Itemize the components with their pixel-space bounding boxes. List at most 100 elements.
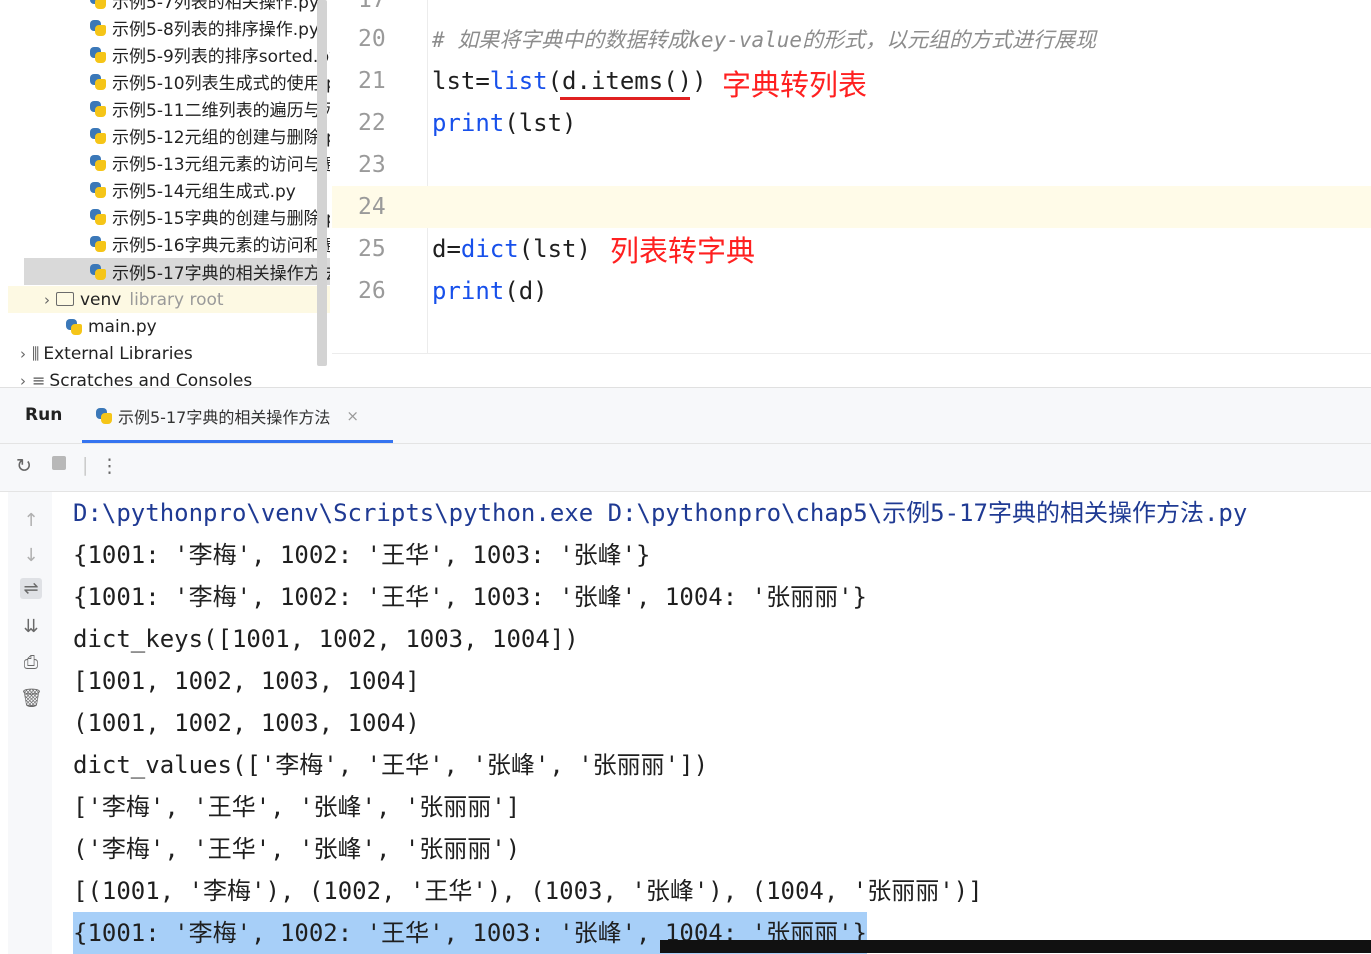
tree-item-venv[interactable]: › venv library root (8, 286, 330, 313)
tree-item-file[interactable]: 示例5-9列表的排序sorted.py (0, 41, 330, 68)
tree-item-label: 示例5-14元组生成式.py (112, 182, 296, 202)
tree-item-file[interactable]: 示例5-14元组生成式.py (0, 176, 330, 203)
overlay-edge (660, 940, 1371, 953)
console-line: [(1001, '李梅'), (1002, '王华'), (1003, '张峰'… (73, 877, 983, 905)
console-line: [1001, 1002, 1003, 1004] (73, 667, 420, 695)
line-number: 23 (358, 152, 386, 178)
tree-item-label: 示例5-12元组的创建与删除.py (112, 128, 330, 148)
code-line[interactable]: 23 (332, 144, 1371, 186)
tree-item-file[interactable]: 示例5-16字典元素的访问和遍历 (0, 230, 330, 257)
soft-wrap-icon[interactable]: ⇌ (20, 578, 42, 599)
tree-item-label: 示例5-13元组元素的访问与遍历 (112, 155, 330, 175)
code-function: print (432, 109, 505, 137)
console-line: D:\pythonpro\venv\Scripts\python.exe D:\… (73, 499, 1248, 527)
python-file-icon (90, 263, 106, 280)
tree-item-main[interactable]: main.py (0, 313, 330, 340)
python-file-icon (90, 181, 106, 198)
tree-item-label: 示例5-16字典元素的访问和遍历 (112, 236, 330, 256)
tree-item-file[interactable]: 示例5-7列表的相关操作.py (0, 0, 330, 14)
python-file-icon (90, 208, 106, 225)
code-comment: # 如果将字典中的数据转成key-value的形式，以元组的方式进行展现 (432, 28, 1097, 52)
tree-item-label: 示例5-17字典的相关操作方法 (112, 264, 330, 284)
code-function: print (432, 277, 505, 305)
tree-item-external-libraries[interactable]: › ⫼ External Libraries (0, 340, 330, 367)
trash-icon[interactable]: 🗑 (20, 688, 43, 709)
scratches-label: Scratches and Consoles (49, 370, 253, 388)
code-line[interactable]: 25 d=dict(lst) (332, 228, 1371, 270)
tree-item-file[interactable]: 示例5-10列表生成式的使用.py (0, 68, 330, 95)
tree-item-label: 示例5-10列表生成式的使用.py (112, 74, 330, 94)
annotation-list-to-dict: 列表转字典 (610, 234, 756, 268)
code-args: (d) (504, 277, 548, 305)
stop-icon[interactable] (52, 456, 66, 470)
code-args: (lst) (518, 235, 591, 263)
code-editor[interactable]: 17 20 # 如果将字典中的数据转成key-value的形式，以元组的方式进行… (332, 0, 1371, 387)
tree-item-file[interactable]: 示例5-8列表的排序操作.py (0, 14, 330, 41)
tree-item-file[interactable]: 示例5-12元组的创建与删除.py (0, 122, 330, 149)
console-output[interactable]: D:\pythonpro\venv\Scripts\python.exe D:\… (60, 492, 1371, 954)
code-line[interactable]: 22 print(lst) (332, 102, 1371, 144)
console-line: (1001, 1002, 1003, 1004) (73, 709, 420, 737)
line-number: 26 (358, 278, 386, 304)
python-file-icon (96, 407, 112, 424)
code-assign: lst= (432, 67, 490, 95)
code-statement: lst=list(d.items()) (432, 67, 707, 95)
chevron-right-icon[interactable]: › (38, 291, 56, 309)
chevron-right-icon[interactable]: › (14, 372, 32, 388)
scroll-to-end-icon[interactable]: ⇊ (20, 616, 42, 637)
tree-item-file[interactable]: 示例5-13元组元素的访问与遍历 (0, 149, 330, 176)
venv-label: venv (80, 289, 122, 310)
tree-item-label: 示例5-8列表的排序操作.py (112, 20, 320, 40)
line-number: 25 (358, 236, 386, 262)
run-title: Run (25, 405, 63, 425)
code-statement: print(lst) (432, 109, 577, 137)
console-side-toolbar: ↑ ↓ ⇌ ⇊ ⎙ 🗑 (8, 492, 52, 954)
tree-item-scratches[interactable]: › ≡ Scratches and Consoles (0, 367, 330, 388)
python-file-icon (90, 154, 106, 171)
chevron-right-icon[interactable]: › (14, 345, 32, 363)
code-line[interactable]: 26 print(d) (332, 270, 1371, 312)
tree-item-label: 示例5-11二维列表的遍历与列表生成式 (112, 101, 330, 121)
run-panel: Run 示例5-17字典的相关操作方法 × ↻ | ⋮ ↑ ↓ ⇌ ⇊ ⎙ 🗑 … (0, 387, 1371, 954)
print-icon[interactable]: ⎙ (20, 652, 42, 673)
run-tab-label: 示例5-17字典的相关操作方法 (118, 407, 331, 427)
scratches-icon: ≡ (32, 371, 46, 387)
code-line[interactable]: 20 # 如果将字典中的数据转成key-value的形式，以元组的方式进行展现 (332, 18, 1371, 60)
arrow-down-icon[interactable]: ↓ (20, 545, 42, 566)
line-number: 22 (358, 110, 386, 136)
python-file-icon (90, 19, 106, 36)
code-args: (lst) (504, 109, 577, 137)
project-tree: 示例5-7列表的相关操作.py 示例5-8列表的排序操作.py 示例5-9列表的… (0, 0, 330, 387)
python-file-icon (90, 127, 106, 144)
run-tab[interactable]: 示例5-17字典的相关操作方法 × (82, 388, 393, 443)
main-label: main.py (88, 316, 157, 337)
tree-scrollbar[interactable] (317, 0, 327, 366)
tree-item-selected-file[interactable]: 示例5-17字典的相关操作方法 (24, 258, 330, 285)
code-line-current[interactable]: 24 (332, 186, 1371, 228)
python-file-icon (90, 100, 106, 117)
external-libraries-label: External Libraries (43, 343, 193, 364)
arrow-up-icon[interactable]: ↑ (20, 510, 42, 531)
close-icon[interactable]: × (346, 407, 359, 425)
more-vertical-icon[interactable]: ⋮ (100, 455, 119, 477)
python-file-icon (90, 46, 106, 63)
tree-item-label: 示例5-15字典的创建与删除.py (112, 209, 330, 229)
line-number: 24 (358, 194, 386, 220)
tree-item-file[interactable]: 示例5-15字典的创建与删除.py (0, 203, 330, 230)
python-file-icon (90, 73, 106, 90)
console-line: dict_keys([1001, 1002, 1003, 1004]) (73, 625, 579, 653)
code-args: (d.items()) (547, 67, 707, 95)
run-toolbar: ↻ | ⋮ (0, 444, 1371, 492)
code-function: list (489, 67, 548, 95)
line-number: 17 (358, 0, 386, 13)
code-function: dict (460, 235, 519, 263)
line-number: 20 (358, 26, 386, 52)
library-root-hint: library root (129, 289, 224, 310)
tree-item-label: 示例5-9列表的排序sorted.py (112, 47, 330, 67)
rerun-icon[interactable]: ↻ (16, 455, 32, 477)
editor-footer (332, 353, 1371, 387)
tree-item-file[interactable]: 示例5-11二维列表的遍历与列表生成式 (0, 95, 330, 122)
tree-item-label: 示例5-7列表的相关操作.py (112, 0, 320, 13)
console-line: ['李梅', '王华', '张峰', '张丽丽'] (73, 793, 521, 821)
python-file-icon (66, 318, 82, 335)
